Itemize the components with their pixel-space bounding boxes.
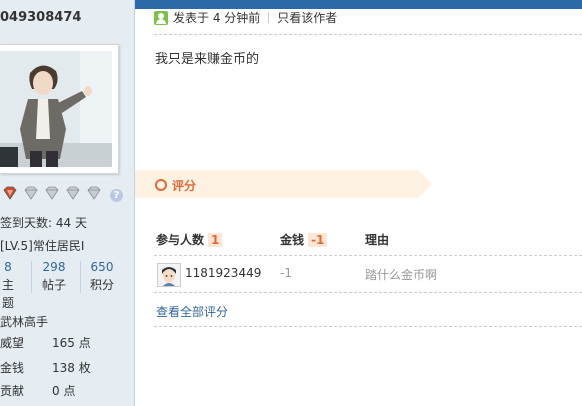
diamond-medal-icon[interactable] (44, 186, 60, 200)
user-rank: 武林高手 (0, 315, 49, 329)
stat-posts[interactable]: 298 帖子 (34, 258, 74, 296)
prop-value: 0 点 (52, 384, 76, 398)
prop-reputation: 威望 165 点 (0, 334, 91, 351)
diamond-medal-icon[interactable] (65, 186, 81, 200)
prop-money: 金钱 138 枚 (0, 359, 91, 376)
prop-value: 165 点 (52, 336, 91, 350)
stat-topics[interactable]: 8 主题 (0, 258, 16, 310)
participants-count: 1 (208, 233, 223, 247)
medal-icon[interactable] (2, 186, 18, 200)
rater-money: -1 (280, 266, 292, 280)
post-body: 发表于 4 分钟前 只看该作者 我只是来赚金币的 评分 参与人数 1 金钱 -1 理由… (135, 0, 582, 406)
user-stats: 8 主题 298 帖子 650 积分 (0, 258, 130, 310)
author-uid[interactable]: 049308474 (0, 10, 81, 25)
rating-title: 评分 (172, 179, 197, 193)
avatar-photo (0, 51, 112, 167)
divider (154, 292, 582, 293)
col-money: 金钱 -1 (280, 231, 328, 248)
rater-avatar[interactable] (157, 263, 181, 287)
prop-label: 威望 (0, 336, 25, 350)
money-total: -1 (308, 233, 328, 247)
diamond-medal-icon[interactable] (23, 186, 39, 200)
default-avatar-icon (158, 264, 180, 286)
stat-topics-label: 主题 (1, 278, 14, 310)
divider (154, 255, 582, 256)
rater-username[interactable]: 1181923449 (185, 266, 261, 280)
post-time: 发表于 4 分钟前 (173, 11, 261, 25)
sign-in-days: 签到天数: 44 天 (0, 216, 87, 230)
stat-divider (31, 261, 32, 293)
prop-label: 贡献 (0, 384, 25, 398)
stat-posts-label: 帖子 (41, 278, 66, 292)
stat-topics-value[interactable]: 8 (0, 258, 16, 276)
rating-circle-icon (155, 179, 167, 191)
only-author-link[interactable]: 只看该作者 (277, 11, 337, 25)
user-level[interactable]: [LV.5]常住居民I (0, 237, 84, 254)
divider (268, 12, 270, 23)
stat-posts-value[interactable]: 298 (34, 258, 74, 276)
stat-points-label: 积分 (89, 278, 114, 292)
col-participants: 参与人数 1 (156, 231, 223, 248)
prop-value: 138 枚 (52, 361, 91, 375)
author-sidebar: 049308474 ? 签到天数: 44 天 [LV.5]常住居民I 8 主题 … (0, 0, 135, 406)
col-money-label: 金钱 (280, 233, 305, 247)
help-icon[interactable]: ? (110, 189, 123, 202)
divider (154, 34, 582, 35)
rater-reason: 踏什么金币啊 (365, 268, 438, 282)
view-all-ratings-link[interactable]: 查看全部评分 (156, 303, 228, 320)
post-info-bar: 发表于 4 分钟前 只看该作者 (154, 9, 337, 27)
col-reason: 理由 (365, 233, 390, 247)
stat-divider (80, 261, 81, 293)
prop-label: 金钱 (0, 361, 25, 375)
user-online-icon (154, 11, 168, 25)
stat-points-value[interactable]: 650 (84, 258, 120, 276)
post-content: 我只是来赚金币的 (155, 52, 260, 67)
col-participants-label: 参与人数 (156, 233, 205, 247)
author-avatar[interactable] (0, 44, 119, 174)
divider (154, 326, 582, 327)
diamond-medal-icon[interactable] (86, 186, 102, 200)
prop-contribution: 贡献 0 点 (0, 382, 75, 399)
stat-points[interactable]: 650 积分 (84, 258, 120, 296)
